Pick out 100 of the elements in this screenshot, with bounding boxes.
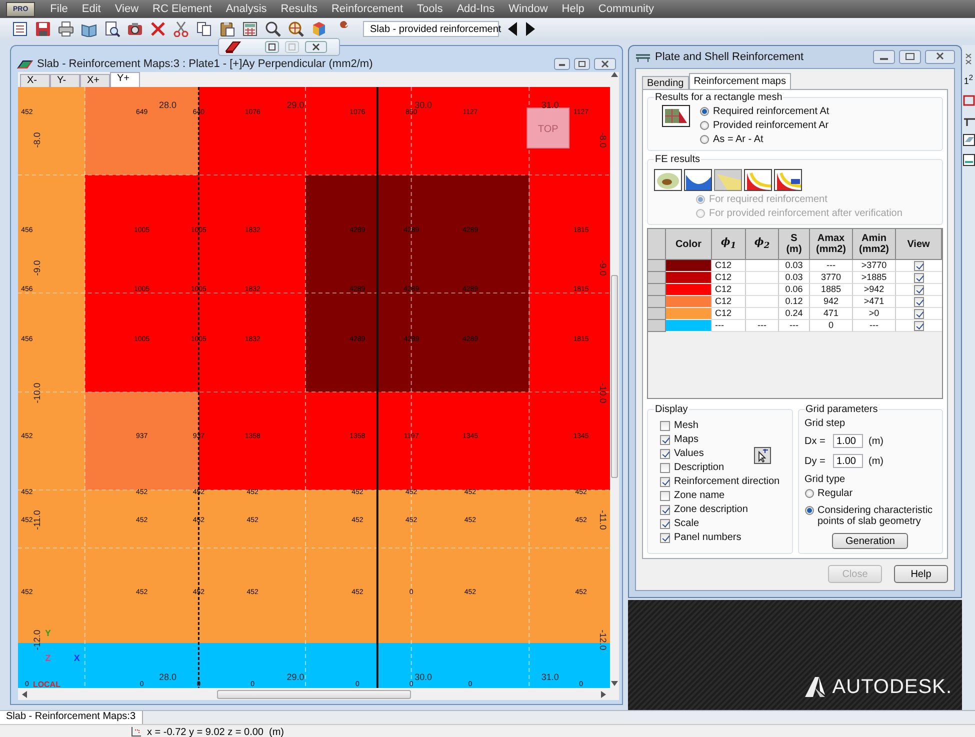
close-icon[interactable] (305, 41, 327, 53)
checkbox[interactable] (914, 296, 924, 306)
color-swatch[interactable] (666, 308, 712, 320)
menu-item[interactable]: Results (274, 3, 324, 15)
menu-item[interactable]: Reinforcement (324, 3, 410, 15)
checkbox[interactable] (660, 476, 670, 486)
previous-icon[interactable] (506, 21, 518, 37)
mesh-results-icon[interactable] (662, 105, 690, 127)
frame-icon[interactable] (962, 94, 974, 106)
scrollbar-thumb[interactable] (611, 275, 618, 478)
axis-label: Z (45, 653, 51, 663)
calculator-icon[interactable] (242, 21, 258, 37)
tab[interactable]: Y+ (110, 72, 140, 87)
copy-icon[interactable] (196, 21, 212, 37)
radio-button[interactable] (700, 135, 709, 144)
maximize-icon[interactable] (574, 58, 590, 70)
color-swatch[interactable] (666, 260, 712, 272)
panel-icon[interactable] (962, 154, 974, 166)
paste-icon[interactable] (219, 21, 235, 37)
scale-label: 31.0 (541, 100, 559, 110)
checkbox[interactable] (914, 308, 924, 318)
generation-button[interactable]: Generation (832, 533, 908, 549)
checkbox[interactable] (660, 420, 670, 430)
radio-button[interactable] (700, 107, 709, 116)
scrollbar-thumb[interactable] (217, 690, 411, 698)
menu-item[interactable]: Add-Ins (450, 3, 502, 15)
color-swatch[interactable] (666, 284, 712, 296)
tab[interactable]: X+ (80, 74, 110, 87)
scroll-left-icon[interactable] (22, 690, 27, 698)
menu-item[interactable]: Community (591, 3, 662, 15)
radio-button[interactable] (804, 506, 814, 515)
checkbox[interactable] (914, 284, 924, 294)
value-settings-button[interactable] (754, 447, 771, 464)
delete-icon[interactable] (150, 21, 166, 37)
table-cell: --- (853, 320, 896, 332)
menu-item[interactable]: View (108, 3, 146, 15)
radio-button[interactable] (804, 489, 814, 498)
tab[interactable]: Bending (642, 76, 689, 89)
scroll-up-icon[interactable] (611, 72, 618, 77)
checkbox-label: Maps (674, 434, 698, 445)
menu-item[interactable]: Tools (410, 3, 450, 15)
minimize-icon[interactable] (554, 58, 570, 70)
zoom-icon[interactable] (265, 21, 281, 37)
list-icon[interactable] (12, 21, 28, 37)
restore-icon[interactable] (265, 41, 279, 53)
scale-label: -12.0 (598, 630, 608, 650)
radio-button[interactable] (700, 121, 709, 130)
tab[interactable]: Y- (50, 74, 80, 87)
dialog-button[interactable]: Help (894, 565, 948, 583)
checkbox[interactable] (660, 504, 670, 514)
camera-icon[interactable] (127, 21, 143, 37)
result-type-button[interactable] (744, 169, 772, 191)
checkbox[interactable] (914, 320, 924, 330)
radio-label: For required reinforcement (709, 194, 828, 205)
cube-icon[interactable] (311, 21, 327, 37)
checkbox[interactable] (914, 260, 924, 270)
result-type-button[interactable] (774, 169, 802, 191)
input-field[interactable]: 1.00 (832, 434, 862, 448)
maximize-icon[interactable] (899, 50, 921, 64)
checkbox[interactable] (660, 490, 670, 500)
close-icon[interactable] (964, 53, 972, 65)
tab[interactable]: Reinforcement maps (688, 73, 791, 89)
result-type-button[interactable] (684, 169, 712, 191)
color-swatch[interactable] (666, 296, 712, 308)
save-icon[interactable] (35, 21, 51, 37)
scroll-down-icon[interactable] (611, 681, 618, 686)
menu-item[interactable]: Window (502, 3, 555, 15)
menu-item[interactable]: Help (554, 3, 592, 15)
scroll-right-icon[interactable] (601, 690, 606, 698)
axis-label: LOCAL (32, 680, 60, 688)
minimize-icon[interactable] (873, 50, 895, 64)
menu-item[interactable]: Edit (74, 3, 108, 15)
menu-item[interactable]: RC Element (146, 3, 219, 15)
checkbox[interactable] (660, 532, 670, 542)
preview-icon[interactable] (104, 21, 120, 37)
checkbox[interactable] (660, 434, 670, 444)
scale-label: -8.0 (598, 132, 608, 148)
zoom-target-icon[interactable] (288, 21, 304, 37)
eraser-icon[interactable] (225, 40, 241, 54)
checkbox[interactable] (660, 462, 670, 472)
view-selector[interactable]: Slab - provided reinforcement (363, 21, 499, 37)
input-field[interactable]: 1.00 (832, 454, 862, 468)
checkbox[interactable] (914, 272, 924, 282)
tab[interactable]: X- (20, 74, 50, 87)
next-icon[interactable] (525, 21, 537, 37)
printer-icon[interactable] (58, 21, 74, 37)
close-icon[interactable] (594, 58, 616, 70)
menu-item[interactable]: File (43, 3, 75, 15)
color-swatch[interactable] (666, 320, 712, 332)
menu-item[interactable]: Analysis (218, 3, 274, 15)
checkbox[interactable] (660, 518, 670, 528)
slab-icon[interactable] (962, 134, 974, 146)
scissors-icon[interactable] (173, 21, 189, 37)
table-cell: >942 (853, 284, 896, 296)
checkbox[interactable] (660, 448, 670, 458)
result-type-button[interactable] (654, 169, 682, 191)
close-icon[interactable] (925, 50, 955, 64)
color-swatch[interactable] (666, 272, 712, 284)
table-cell: --- (779, 320, 810, 332)
document-tab[interactable]: Slab - Reinforcement Maps:3 (0, 711, 143, 724)
